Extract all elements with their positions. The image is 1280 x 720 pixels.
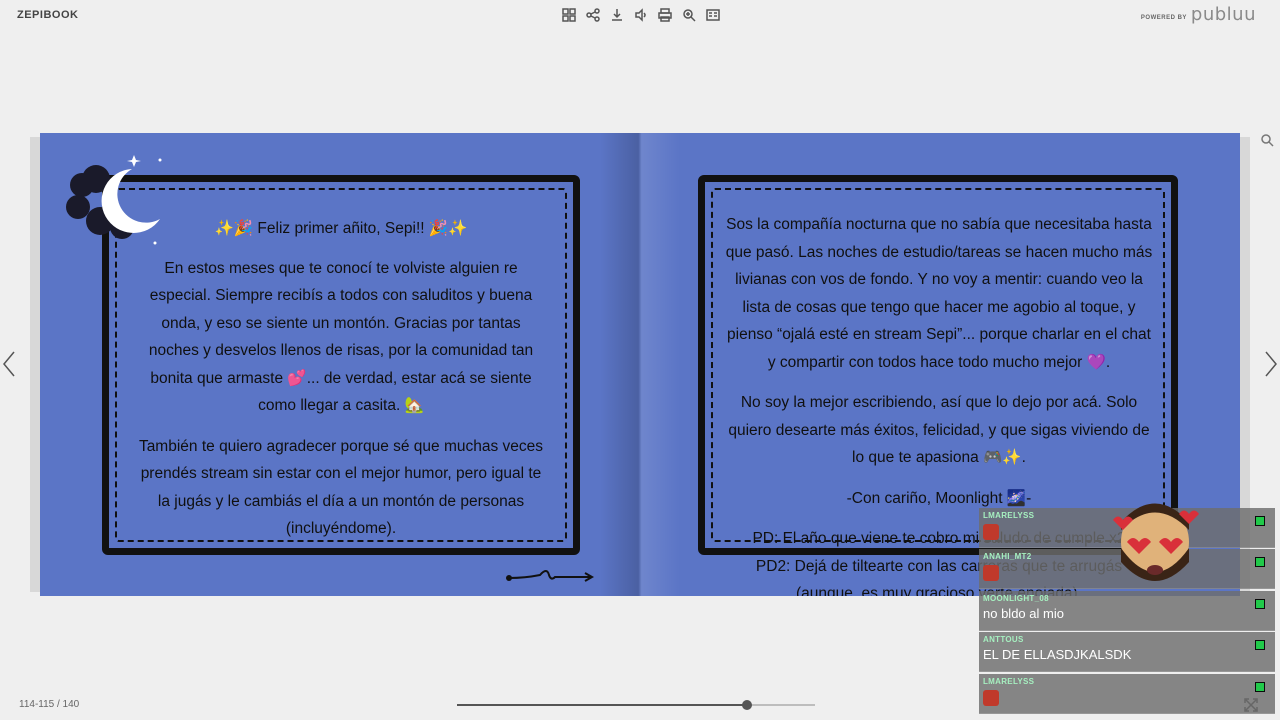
- chat-username: LMARELYSS: [983, 511, 1035, 520]
- sound-icon[interactable]: [632, 7, 650, 23]
- left-page-text: ✨🎉 Feliz primer añito, Sepi!! 🎉✨ En esto…: [135, 215, 547, 556]
- right-paragraph-1: Sos la compañía nocturna que no sabía qu…: [725, 216, 1153, 371]
- top-bar: ZEPIBOOK POWERED BY publuu: [0, 0, 1280, 30]
- page-slider-fill: [457, 704, 747, 706]
- toolbar: [560, 7, 722, 23]
- book-edge-left: [30, 137, 40, 592]
- chat-username: ANTTOUS: [983, 635, 1024, 644]
- next-page-button[interactable]: [1264, 350, 1278, 378]
- book-spine: [600, 133, 680, 596]
- chat-message: MOONLIGHT_08 no bldo al mio: [979, 591, 1275, 631]
- left-paragraph-1: En estos meses que te conocí te volviste…: [148, 259, 534, 415]
- previous-page-button[interactable]: [2, 350, 16, 378]
- download-icon[interactable]: [608, 7, 626, 23]
- badge-icon: [1255, 516, 1265, 526]
- grid-icon[interactable]: [560, 7, 578, 23]
- streamer-avatar-icon: [1113, 503, 1199, 581]
- page-slider[interactable]: [457, 700, 815, 710]
- toc-icon[interactable]: [704, 7, 722, 23]
- chat-text: EL DE ELLASDJKALSDK: [983, 647, 1132, 662]
- fullscreen-icon[interactable]: [1244, 698, 1258, 712]
- badge-icon: [1255, 640, 1265, 650]
- left-paragraph-2: También te quiero agradecer porque sé qu…: [138, 437, 544, 538]
- chat-message: ANTTOUS EL DE ELLASDJKALSDK: [979, 632, 1275, 672]
- app-title: ZEPIBOOK: [17, 9, 79, 21]
- badge-icon: [1255, 682, 1265, 692]
- page-slider-thumb[interactable]: [741, 700, 752, 710]
- page-counter: 114-115 / 140: [19, 699, 80, 710]
- search-icon[interactable]: [1260, 133, 1274, 147]
- emote-icon: [983, 524, 999, 540]
- right-paragraph-2: No soy la mejor escribiendo, así que lo …: [728, 394, 1150, 466]
- badge-icon: [1255, 599, 1265, 609]
- publuu-logo: publuu: [1190, 4, 1256, 25]
- squiggle-arrow-icon: [506, 570, 595, 582]
- chat-username: MOONLIGHT_08: [983, 594, 1049, 603]
- powered-by[interactable]: POWERED BY publuu: [1141, 4, 1256, 25]
- chat-username: LMARELYSS: [983, 677, 1035, 686]
- print-icon[interactable]: [656, 7, 674, 23]
- greeting-heading: ✨🎉 Feliz primer añito, Sepi!! 🎉✨: [214, 220, 468, 237]
- chat-text: no bldo al mio: [983, 606, 1064, 621]
- zoom-icon[interactable]: [680, 7, 698, 23]
- chat-username: ANAHI_MT2: [983, 552, 1032, 561]
- emote-icon: [983, 690, 999, 706]
- emote-icon: [983, 565, 999, 581]
- badge-icon: [1255, 557, 1265, 567]
- chat-message: LMARELYSS: [979, 674, 1275, 714]
- share-icon[interactable]: [584, 7, 602, 23]
- powered-by-label: POWERED BY: [1140, 14, 1187, 21]
